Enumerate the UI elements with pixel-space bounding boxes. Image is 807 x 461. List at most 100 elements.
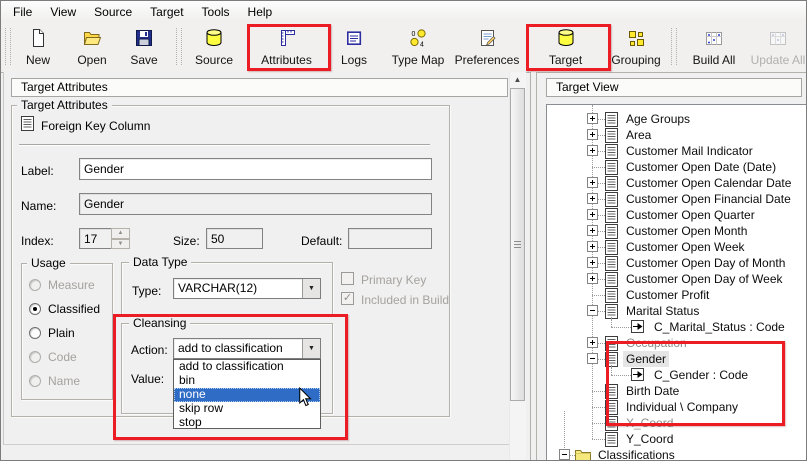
tree-connector (598, 151, 605, 152)
label-input[interactable] (79, 158, 432, 180)
tree-item-customer-mail-indicator[interactable]: Customer Mail Indicator (547, 143, 807, 159)
grouping-icon (626, 27, 646, 48)
radio-icon[interactable] (29, 279, 41, 291)
expand-plus-icon[interactable] (587, 113, 598, 124)
annotation-box-gender-subtree (606, 341, 785, 426)
included-in-build-checkbox[interactable]: ✓ (341, 292, 354, 305)
collapse-minus-icon[interactable] (587, 353, 598, 364)
usage-radio-measure[interactable]: Measure (29, 273, 109, 297)
radio-icon[interactable] (29, 375, 41, 387)
type-field-caption: Type: (132, 284, 161, 298)
expand-plus-icon[interactable] (587, 257, 598, 268)
toolbar-type-map-button[interactable]: 04Type Map (386, 25, 450, 69)
toolbar-new-button[interactable]: New (15, 25, 61, 69)
toolbar-button-label: Preferences (455, 53, 520, 67)
type-combobox[interactable]: VARCHAR(12) ▼ (173, 278, 321, 299)
toolbar-save-button[interactable]: Save (121, 25, 167, 69)
chevron-down-icon[interactable]: ▼ (302, 279, 320, 298)
toolbar-grouping-button[interactable]: Grouping (605, 25, 667, 69)
pane-splitter[interactable] (530, 72, 537, 461)
document-icon (605, 432, 618, 447)
toolbar-button-label: Grouping (611, 53, 660, 67)
tree-item-label: Customer Mail Indicator (623, 143, 756, 159)
menu-source[interactable]: Source (85, 3, 141, 21)
toolbar-separator (176, 28, 182, 65)
tree-connector (592, 423, 605, 424)
toolbar-update-all-button[interactable]: Update All (748, 25, 807, 69)
tree-connector (598, 311, 605, 312)
tree-item-customer-open-week[interactable]: Customer Open Week (547, 239, 807, 255)
tree-item-customer-open-month[interactable]: Customer Open Month (547, 223, 807, 239)
toolbar-source-button[interactable]: Source (185, 25, 243, 69)
document-icon (605, 288, 618, 303)
document-icon (605, 112, 618, 127)
default-input[interactable] (348, 228, 432, 249)
radio-label: Code (48, 350, 77, 364)
toolbar-open-button[interactable]: Open (67, 25, 117, 69)
size-input[interactable] (206, 228, 263, 249)
toolbar-button-label: Type Map (392, 53, 445, 67)
tree-item-customer-open-date-date[interactable]: Customer Open Date (Date) (547, 159, 807, 175)
collapse-minus-icon[interactable] (559, 449, 570, 460)
index-input[interactable] (79, 228, 112, 249)
toolbar-grip (5, 28, 11, 65)
expand-plus-icon[interactable] (587, 177, 598, 188)
tree-item-age-groups[interactable]: Age Groups (547, 111, 807, 127)
document-icon (605, 176, 618, 191)
usage-groupbox-title: Usage (27, 257, 70, 269)
new-page-icon (28, 27, 48, 48)
tree-item-classifications[interactable]: Classifications (547, 447, 807, 461)
primary-key-checkbox[interactable] (341, 272, 354, 285)
tree-item-customer-open-calendar-date[interactable]: Customer Open Calendar Date (547, 175, 807, 191)
expand-plus-icon[interactable] (587, 209, 598, 220)
usage-radio-classified[interactable]: Classified (29, 297, 109, 321)
radio-icon[interactable] (29, 327, 41, 339)
index-spinner[interactable]: ▲ ▼ (111, 228, 130, 249)
expand-plus-icon[interactable] (587, 273, 598, 284)
tree-item-customer-open-day-of-week[interactable]: Customer Open Day of Week (547, 271, 807, 287)
expand-plus-icon[interactable] (587, 193, 598, 204)
tree-item-c-marital-status-code[interactable]: C_Marital_Status : Code (547, 319, 807, 335)
expand-plus-icon[interactable] (587, 337, 598, 348)
toolbar-build-all-button[interactable]: Build All (683, 25, 745, 69)
tree-connector (598, 263, 605, 264)
svg-text:4: 4 (420, 41, 424, 48)
tree-connector (598, 135, 605, 136)
expand-plus-icon[interactable] (587, 129, 598, 140)
save-icon (134, 27, 154, 48)
usage-radio-code[interactable]: Code (29, 345, 109, 369)
usage-radio-name[interactable]: Name (29, 369, 109, 393)
scrollbar-up-icon[interactable]: ▲ (509, 73, 526, 86)
tree-item-label: Y_Coord (623, 431, 676, 447)
radio-icon[interactable] (29, 351, 41, 363)
spinner-down-icon[interactable]: ▼ (111, 239, 130, 250)
tree-item-customer-profit[interactable]: Customer Profit (547, 287, 807, 303)
tree-item-label: Area (623, 127, 654, 143)
toolbar-logs-button[interactable]: Logs (331, 25, 377, 69)
menu-tools[interactable]: Tools (193, 3, 239, 21)
menu-target[interactable]: Target (141, 3, 192, 21)
menu-help[interactable]: Help (239, 3, 282, 21)
expand-plus-icon[interactable] (587, 241, 598, 252)
name-input[interactable] (79, 193, 432, 215)
document-icon (605, 272, 618, 287)
tree-connector (598, 279, 605, 280)
tree-item-label: Customer Open Quarter (623, 207, 758, 223)
toolbar-preferences-button[interactable]: Preferences (452, 25, 522, 69)
tree-item-customer-open-financial-date[interactable]: Customer Open Financial Date (547, 191, 807, 207)
collapse-minus-icon[interactable] (587, 305, 598, 316)
expand-plus-icon[interactable] (587, 145, 598, 156)
menu-file[interactable]: File (4, 3, 41, 21)
spinner-up-icon[interactable]: ▲ (111, 228, 130, 239)
tree-item-area[interactable]: Area (547, 127, 807, 143)
usage-radio-plain[interactable]: Plain (29, 321, 109, 345)
tree-item-y-coord[interactable]: Y_Coord (547, 431, 807, 447)
database-icon (204, 27, 224, 48)
menu-view[interactable]: View (41, 3, 85, 21)
tree-item-marital-status[interactable]: Marital Status (547, 303, 807, 319)
radio-icon[interactable] (29, 303, 41, 315)
tree-item-customer-open-quarter[interactable]: Customer Open Quarter (547, 207, 807, 223)
tree-item-customer-open-day-of-month[interactable]: Customer Open Day of Month (547, 255, 807, 271)
expand-plus-icon[interactable] (587, 225, 598, 236)
tree-item-label: Customer Profit (623, 287, 712, 303)
